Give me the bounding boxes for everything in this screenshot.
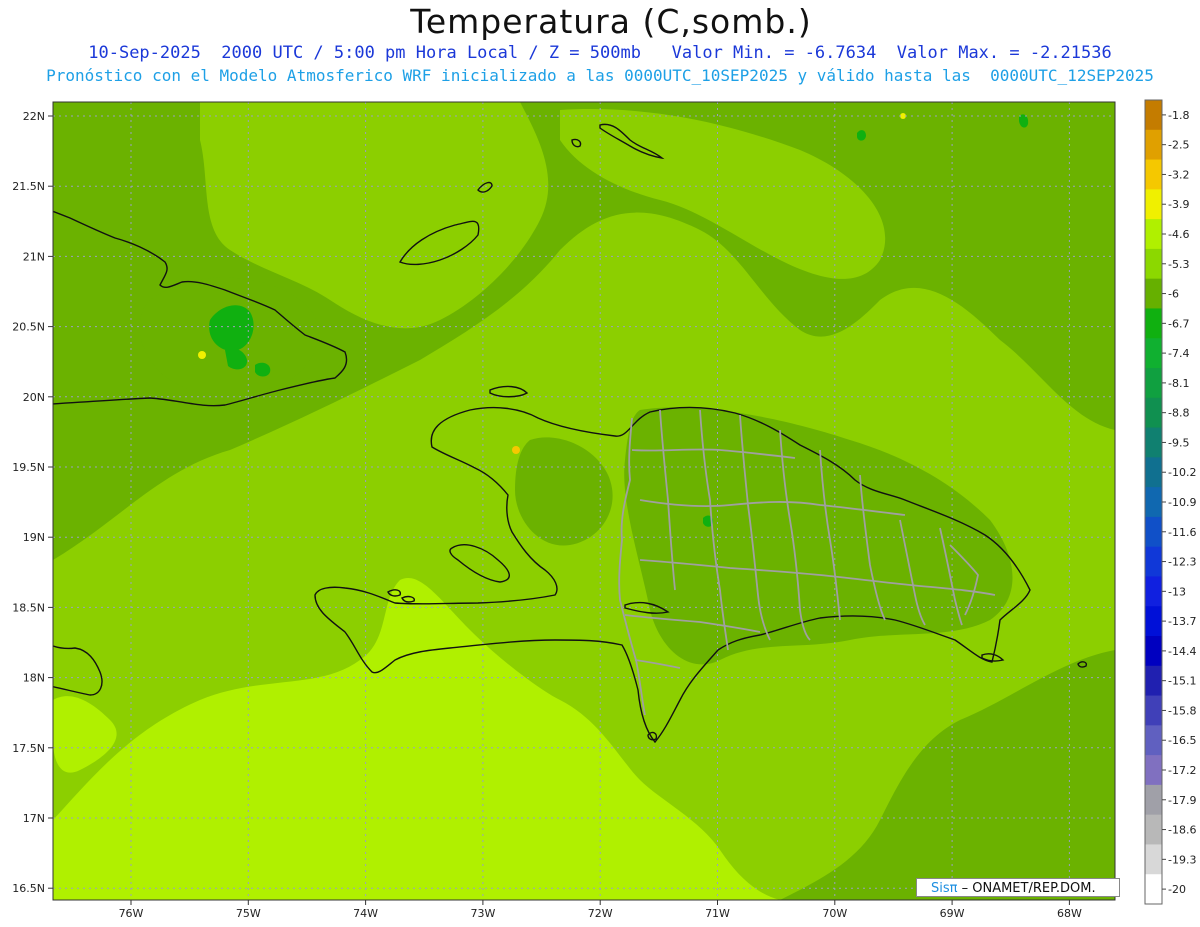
colorbar-swatch — [1145, 516, 1162, 548]
temperature-field — [53, 102, 1115, 900]
colorbar-swatch — [1145, 844, 1162, 875]
credit-text: – ONAMET/REP.DOM. — [957, 881, 1096, 896]
colorbar-label: -17.2 — [1168, 764, 1196, 777]
colorbar-label: -17.9 — [1168, 794, 1196, 807]
colorbar-label: -3.2 — [1168, 168, 1189, 181]
colorbar-label: -3.9 — [1168, 198, 1189, 211]
colorbar-swatch — [1145, 576, 1162, 607]
colorbar-swatch — [1145, 248, 1162, 280]
cuba-northwest-key — [35, 202, 50, 210]
colorbar-swatch — [1145, 784, 1162, 816]
colorbar-swatch — [1145, 487, 1162, 518]
colorbar-swatch — [1145, 814, 1162, 845]
lat-tick-label: 16.5N — [12, 882, 45, 895]
colorbar-swatch — [1145, 159, 1162, 190]
lon-tick-label: 71W — [705, 907, 730, 920]
map-figure: 22N 21.5N 21N 20.5N 20N 19.5N 19N 18.5N 18N 17.5N… — [12, 99, 1196, 920]
credit-box: Sisπ – ONAMET/REP.DOM. — [916, 878, 1120, 897]
colorbar-label: -12.3 — [1168, 556, 1196, 569]
colorbar-swatch — [1145, 189, 1162, 220]
colorbar: -1.8 -2.5 -3.2 -3.9 -4.6 -5.3 -6 -6.7 -7.4 -8.1 -8… — [1144, 99, 1196, 905]
colorbar-label: -11.6 — [1168, 526, 1196, 539]
colorbar-swatch — [1145, 665, 1162, 697]
lon-tick-label: 72W — [588, 907, 613, 920]
colorbar-label: -7.4 — [1168, 347, 1189, 360]
colorbar-label: -20 — [1168, 883, 1186, 896]
colorbar-label: -19.3 — [1168, 853, 1196, 866]
colorbar-label: -4.6 — [1168, 228, 1189, 241]
colorbar-label: -1.8 — [1168, 109, 1189, 122]
colorbar-swatch — [1145, 219, 1162, 250]
lat-tick-label: 18.5N — [12, 601, 45, 614]
colorbar-label: -9.5 — [1168, 436, 1189, 449]
colorbar-label: -10.2 — [1168, 466, 1196, 479]
colorbar-label: -6 — [1168, 288, 1179, 301]
lat-tick-label: 20.5N — [12, 321, 45, 334]
colorbar-swatch — [1145, 129, 1162, 161]
lon-tick-label: 68W — [1057, 907, 1082, 920]
field-warm-spot-haiti — [512, 446, 520, 454]
lon-tick-label: 74W — [353, 907, 378, 920]
colorbar-swatch — [1145, 457, 1162, 488]
lon-tick-label: 75W — [236, 907, 261, 920]
colorbar-swatch — [1145, 397, 1162, 429]
colorbar-label: -8.1 — [1168, 377, 1189, 390]
colorbar-label: -5.3 — [1168, 258, 1189, 271]
colorbar-label: -14.4 — [1168, 645, 1196, 658]
colorbar-swatch — [1145, 606, 1162, 637]
credit-brand: Sisπ — [931, 881, 958, 896]
colorbar-swatch — [1145, 308, 1162, 339]
colorbar-label: -15.1 — [1168, 675, 1196, 688]
lon-tick-label: 76W — [119, 907, 144, 920]
lat-tick-label: 19.5N — [12, 461, 45, 474]
lat-tick-label: 17.5N — [12, 742, 45, 755]
lat-tick-label: 17N — [23, 812, 45, 825]
colorbar-label: -13 — [1168, 585, 1186, 598]
colorbar-swatch — [1145, 338, 1162, 369]
colorbar-swatch — [1145, 546, 1162, 577]
longitude-axis: 76W 75W 74W 73W 72W 71W 70W 69W 68W — [119, 900, 1082, 920]
lat-tick-label: 21.5N — [12, 180, 45, 193]
colorbar-swatch — [1145, 874, 1162, 905]
colorbar-label: -18.6 — [1168, 824, 1196, 837]
lat-tick-label: 18N — [23, 672, 45, 685]
field-warm-spot-cuba — [198, 351, 206, 359]
lat-tick-label: 22N — [23, 110, 45, 123]
lat-tick-label: 20N — [23, 391, 45, 404]
colorbar-swatch — [1145, 427, 1162, 458]
colorbar-label: -15.8 — [1168, 704, 1196, 717]
lat-tick-label: 19N — [23, 531, 45, 544]
colorbar-swatch — [1145, 100, 1162, 131]
colorbar-swatch — [1145, 278, 1162, 309]
colorbar-label: -10.9 — [1168, 496, 1196, 509]
colorbar-label: -8.8 — [1168, 407, 1189, 420]
colorbar-label: -6.7 — [1168, 317, 1189, 330]
colorbar-swatch — [1145, 725, 1162, 756]
colorbar-swatch — [1145, 755, 1162, 786]
lon-tick-label: 69W — [940, 907, 965, 920]
colorbar-swatch — [1145, 636, 1162, 667]
lat-tick-label: 21N — [23, 250, 45, 263]
colorbar-label: -2.5 — [1168, 139, 1189, 152]
latitude-axis: 22N 21.5N 21N 20.5N 20N 19.5N 19N 18.5N 18N 17.5N… — [12, 110, 53, 895]
colorbar-swatch — [1145, 695, 1162, 726]
colorbar-label: -13.7 — [1168, 615, 1196, 628]
colorbar-label: -16.5 — [1168, 734, 1196, 747]
lon-tick-label: 73W — [470, 907, 495, 920]
colorbar-swatch — [1145, 368, 1162, 399]
lon-tick-label: 70W — [822, 907, 847, 920]
